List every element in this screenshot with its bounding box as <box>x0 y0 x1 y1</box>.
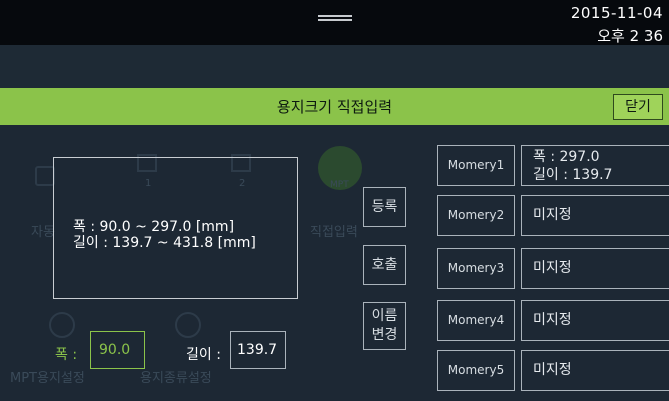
memory-1-value[interactable]: 폭 : 297.0 길이 : 139.7 <box>521 145 669 186</box>
register-button[interactable]: 등록 <box>363 187 406 227</box>
memory-1-label[interactable]: Momery1 <box>437 145 515 186</box>
ghost-label-mpt-setting: MPT용지설정 <box>10 371 85 386</box>
status-bar: 2015-11-04 오후 2 36 <box>0 0 669 45</box>
length-label: 길이 : <box>186 347 221 363</box>
length-input[interactable]: 139.7 <box>230 331 286 369</box>
width-input[interactable]: 90.0 <box>90 331 145 369</box>
background-screen <box>0 45 669 88</box>
memory-4-label[interactable]: Momery4 <box>437 300 515 341</box>
memory-4-value[interactable]: 미지정 <box>521 300 669 341</box>
ghost-gear-icon-2 <box>175 312 201 338</box>
status-time: 오후 2 36 <box>597 27 663 45</box>
memory-5-value[interactable]: 미지정 <box>521 350 669 391</box>
length-range-text: 길이 : 139.7 ~ 431.8 [mm] <box>73 235 256 251</box>
dialog-title: 용지크기 직접입력 <box>276 98 393 116</box>
ghost-label-mpt: MPT <box>330 180 349 190</box>
recall-button[interactable]: 호출 <box>363 245 406 285</box>
memory-2-label[interactable]: Momery2 <box>437 195 515 236</box>
memory-5-label[interactable]: Momery5 <box>437 350 515 391</box>
ghost-gear-icon <box>49 312 75 338</box>
ghost-label-auto: 자동 <box>31 225 55 240</box>
memory-1-length: 길이 : 139.7 <box>533 167 613 183</box>
ghost-label-paper-type: 용지종류설정 <box>140 371 212 386</box>
drag-handle-icon[interactable] <box>318 15 352 21</box>
memory-3-value[interactable]: 미지정 <box>521 248 669 289</box>
width-label: 폭 : <box>55 347 78 363</box>
close-button[interactable]: 닫기 <box>613 94 663 120</box>
rename-button-line1: 이름 <box>371 308 398 324</box>
ghost-label-direct: 직접입력 <box>310 225 358 240</box>
memory-3-label[interactable]: Momery3 <box>437 248 515 289</box>
status-date: 2015-11-04 <box>570 4 663 22</box>
memory-1-width: 폭 : 297.0 <box>533 149 600 165</box>
rename-button-line2: 변경 <box>371 327 398 343</box>
rename-button[interactable]: 이름 변경 <box>363 302 406 350</box>
ghost-auto-icon <box>35 166 55 186</box>
memory-2-value[interactable]: 미지정 <box>521 195 669 236</box>
